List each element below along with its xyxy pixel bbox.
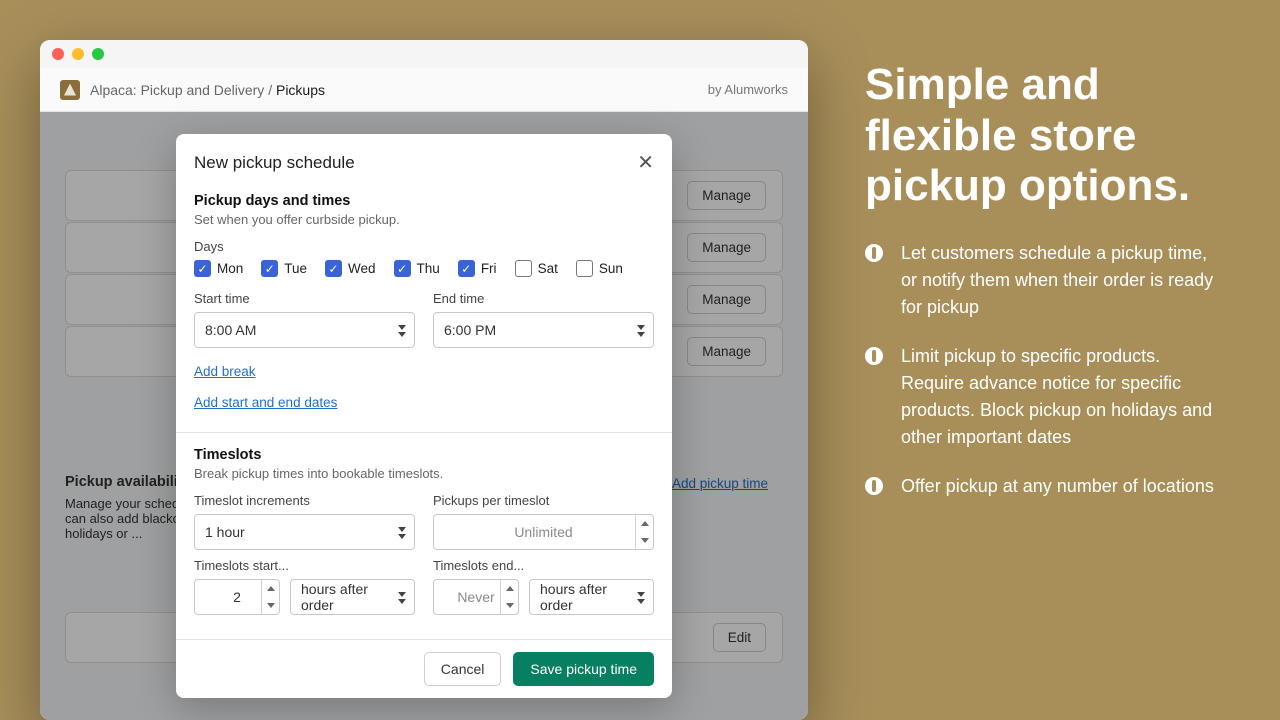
checkbox-icon[interactable] (576, 260, 593, 277)
timeslots-start-input[interactable]: 2 (194, 579, 280, 615)
marketing-bullet: Limit pickup to specific products. Requi… (865, 343, 1220, 451)
save-button[interactable]: Save pickup time (513, 652, 654, 686)
day-tue[interactable]: Tue (261, 260, 307, 277)
bullet-icon (865, 477, 883, 495)
timeslots-end-unit-select[interactable]: hours after order (529, 579, 654, 615)
new-pickup-schedule-modal: New pickup schedule ✕ Pickup days and ti… (176, 134, 672, 698)
pickups-per-label: Pickups per timeslot (433, 493, 654, 508)
marketing-bullet: Let customers schedule a pickup time, or… (865, 240, 1220, 321)
minimize-window-icon[interactable] (72, 48, 84, 60)
day-fri[interactable]: Fri (458, 260, 497, 277)
days-label: Days (194, 239, 654, 254)
breadcrumb-current: Pickups (276, 82, 325, 98)
checkbox-icon[interactable] (458, 260, 475, 277)
bullet-icon (865, 347, 883, 365)
start-time-select[interactable]: 8:00 AM (194, 312, 415, 348)
timeslots-start-label: Timeslots start... (194, 558, 415, 573)
stepper-icon[interactable] (635, 515, 653, 549)
close-icon[interactable]: ✕ (637, 150, 654, 175)
end-time-select[interactable]: 6:00 PM (433, 312, 654, 348)
add-dates-link[interactable]: Add start and end dates (194, 395, 337, 410)
checkbox-icon[interactable] (515, 260, 532, 277)
pickup-days-sub: Set when you offer curbside pickup. (194, 212, 654, 227)
breadcrumb-root[interactable]: Alpaca: Pickup and Delivery (90, 82, 264, 98)
titlebar (40, 40, 808, 68)
stepper-icon[interactable] (261, 580, 279, 614)
close-window-icon[interactable] (52, 48, 64, 60)
bullet-icon (865, 244, 883, 262)
checkbox-icon[interactable] (261, 260, 278, 277)
timeslots-end-label: Timeslots end... (433, 558, 654, 573)
timeslots-end-input[interactable]: Never (433, 579, 519, 615)
day-sat[interactable]: Sat (515, 260, 558, 277)
byline: by Alumworks (708, 82, 788, 97)
timeslots-start-unit-select[interactable]: hours after order (290, 579, 415, 615)
day-thu[interactable]: Thu (394, 260, 440, 277)
timeslots-heading: Timeslots (194, 447, 654, 463)
breadcrumb: Alpaca: Pickup and Delivery / Pickups (90, 82, 325, 98)
marketing-panel: Simple and flexible store pickup options… (865, 60, 1220, 522)
marketing-bullet: Offer pickup at any number of locations (865, 473, 1220, 500)
stepper-icon[interactable] (500, 580, 518, 614)
day-sun[interactable]: Sun (576, 260, 623, 277)
day-mon[interactable]: Mon (194, 260, 243, 277)
increments-label: Timeslot increments (194, 493, 415, 508)
end-time-label: End time (433, 291, 654, 306)
add-break-link[interactable]: Add break (194, 364, 256, 379)
maximize-window-icon[interactable] (92, 48, 104, 60)
marketing-headline: Simple and flexible store pickup options… (865, 60, 1220, 212)
checkbox-icon[interactable] (325, 260, 342, 277)
modal-title: New pickup schedule (194, 153, 355, 173)
timeslots-sub: Break pickup times into bookable timeslo… (194, 466, 654, 481)
app-header: Alpaca: Pickup and Delivery / Pickups by… (40, 68, 808, 112)
app-logo-icon (60, 80, 80, 100)
pickups-per-input[interactable]: Unlimited (433, 514, 654, 550)
checkbox-icon[interactable] (194, 260, 211, 277)
pickup-days-heading: Pickup days and times (194, 193, 654, 209)
checkbox-icon[interactable] (394, 260, 411, 277)
increments-select[interactable]: 1 hour (194, 514, 415, 550)
cancel-button[interactable]: Cancel (424, 652, 502, 686)
start-time-label: Start time (194, 291, 415, 306)
days-row: Mon Tue Wed Thu Fri Sat Sun (194, 260, 654, 277)
day-wed[interactable]: Wed (325, 260, 376, 277)
